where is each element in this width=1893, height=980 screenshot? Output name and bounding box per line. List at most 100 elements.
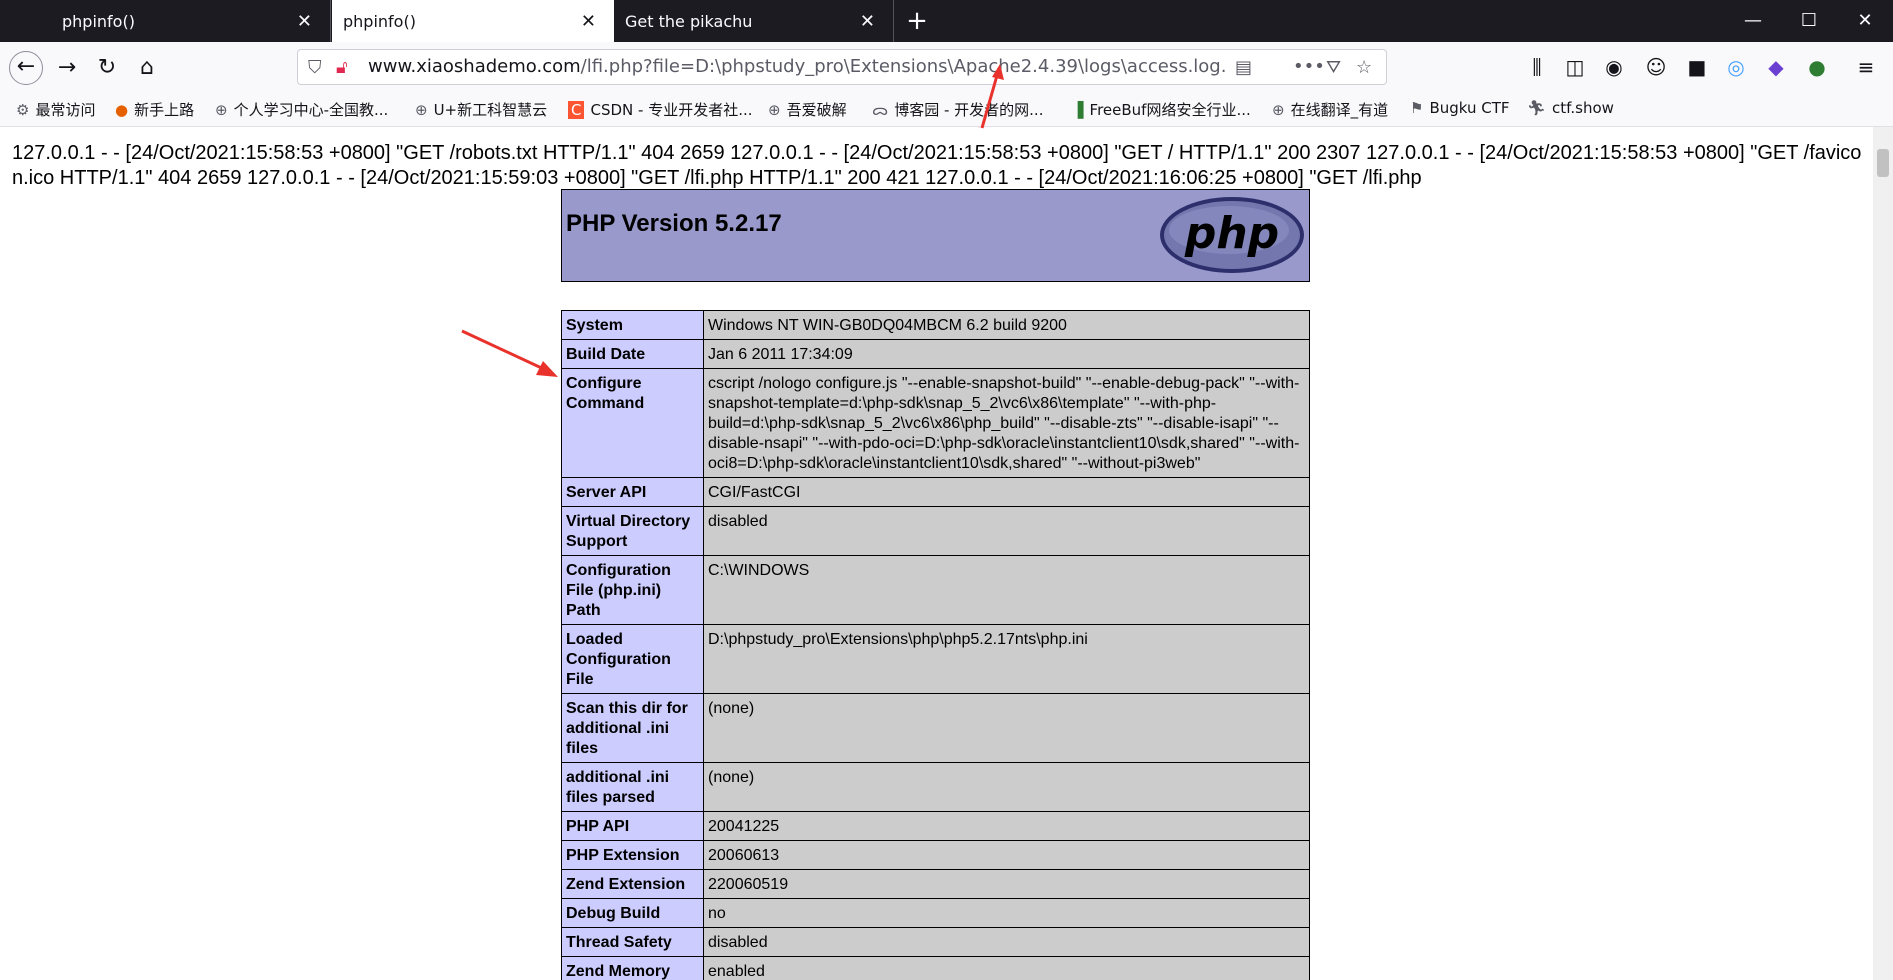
info-value: 20041225 [703, 811, 1310, 841]
info-row: Scan this dir for additional .ini files(… [561, 693, 1310, 763]
reload-button[interactable]: ↻ [90, 51, 124, 85]
info-value: no [703, 898, 1310, 928]
new-tab-button[interactable]: + [900, 4, 934, 38]
info-row: Zend Memory Managerenabled [561, 956, 1310, 980]
globe-icon: ⊕ [768, 100, 781, 119]
extension-circle-icon[interactable]: ◎ [1723, 55, 1749, 79]
extension-tampermonkey-icon[interactable]: ■ [1684, 55, 1710, 79]
tab-title: phpinfo() [62, 11, 135, 31]
tab-strip: phpinfo() ✕ phpinfo() ✕ Get the pikachu … [0, 0, 1893, 42]
info-key: PHP Extension [561, 840, 704, 870]
bookmark-youdao[interactable]: ⊕ 在线翻译_有道 [1272, 99, 1388, 120]
tab-phpinfo-2[interactable]: phpinfo() ✕ [332, 0, 614, 42]
bookmark-label: 吾爱破解 [786, 101, 847, 119]
php-info-table: System Windows NT WIN-GB0DQ04MBCM 6.2 bui… [561, 310, 1310, 980]
info-key: System [561, 310, 704, 340]
bookmark-freebuf[interactable]: ▐ FreeBuf网络安全行业... [1072, 99, 1251, 120]
minimize-button[interactable]: — [1725, 0, 1781, 42]
url-host: www.xiaoshademo.com [368, 56, 581, 77]
page-scrollbar[interactable] [1873, 127, 1893, 980]
info-key: Build Date [561, 339, 704, 369]
tab-phpinfo-1[interactable]: phpinfo() ✕ [0, 0, 331, 42]
bookmarks-toolbar: ⚙ 最常访问 ● 新手上路 ⊕ 个人学习中心-全国教... ⊕ U+新工科智慧云 C CS… [0, 92, 1893, 127]
close-window-button[interactable]: ✕ [1837, 0, 1893, 42]
tab-title: phpinfo() [343, 11, 416, 31]
shield-icon[interactable]: ⛉ [308, 57, 322, 78]
info-value: enabled [703, 956, 1310, 980]
info-value: Windows NT WIN-GB0DQ04MBCM 6.2 build 920… [703, 310, 1310, 340]
bookmark-label: 新手上路 [134, 101, 195, 119]
info-value: 20060613 [703, 840, 1310, 870]
page-actions-button[interactable]: ••• [1293, 56, 1325, 77]
flag-icon: ⚑ [1410, 99, 1424, 117]
cnblogs-icon: ᯅ [872, 100, 889, 119]
runner-icon: 🏃︎ [1527, 99, 1547, 117]
maximize-button[interactable]: ☐ [1781, 0, 1837, 42]
close-icon[interactable]: ✕ [297, 11, 312, 32]
bookmark-csdn[interactable]: C CSDN - 专业开发者社... [568, 99, 753, 120]
bookmark-label: Bugku CTF [1429, 99, 1510, 117]
info-key: Zend Extension [561, 869, 704, 899]
bookmark-ctfshow[interactable]: 🏃︎ ctf.show [1527, 99, 1614, 117]
bookmark-52pojie[interactable]: ⊕ 吾爱破解 [768, 99, 847, 120]
info-row: Zend Extension 220060519 [561, 869, 1310, 899]
bookmark-bugku[interactable]: ⚑ Bugku CTF [1410, 99, 1510, 117]
info-value: cscript /nologo configure.js "--enable-s… [703, 368, 1310, 478]
info-value: 220060519 [703, 869, 1310, 899]
bookmark-label: 博客园 - 开发者的网... [894, 101, 1044, 119]
php-version-title: PHP Version 5.2.17 [566, 210, 782, 237]
access-log-text: 127.0.0.1 - - [24/Oct/2021:15:58:53 +080… [12, 142, 1862, 189]
navigation-toolbar: ← → ↻ ⌂ ⛉ 🔓︎ www.xiaoshademo.com/lfi.php… [0, 42, 1893, 92]
close-icon[interactable]: ✕ [860, 11, 875, 32]
scrollbar-thumb[interactable] [1877, 149, 1889, 177]
tab-pikachu[interactable]: Get the pikachu ✕ [614, 0, 894, 42]
info-row: Thread Safety disabled [561, 927, 1310, 957]
info-value: (none) [703, 762, 1310, 812]
page-content: 127.0.0.1 - - [24/Oct/2021:15:58:53 +080… [0, 127, 1873, 980]
arrow-right-icon: → [57, 55, 77, 80]
bookmark-most-visited[interactable]: ⚙ 最常访问 [16, 99, 95, 120]
bookmark-label: FreeBuf网络安全行业... [1089, 101, 1251, 119]
extension-globe-icon[interactable]: ● [1804, 55, 1830, 79]
url-text[interactable]: www.xiaoshademo.com/lfi.php?file=D:\phps… [368, 56, 1228, 77]
arrow-left-icon: ← [16, 54, 36, 79]
bookmark-cnblogs[interactable]: ᯅ 博客园 - 开发者的网... [872, 99, 1043, 120]
close-icon[interactable]: ✕ [581, 11, 596, 32]
reload-icon: ↻ [97, 55, 117, 80]
info-row: additional .ini files parsed (none) [561, 762, 1310, 812]
sidebar-icon[interactable]: ◫ [1562, 55, 1588, 79]
pocket-icon[interactable]: ⛛ [1326, 57, 1341, 78]
bookmark-label: U+新工科智慧云 [433, 101, 548, 119]
php-logo-text: php [1184, 208, 1279, 259]
bookmark-getting-started[interactable]: ● 新手上路 [115, 99, 194, 120]
info-key: additional .ini files parsed [561, 762, 704, 812]
info-key: Server API [561, 477, 704, 507]
info-row: Build Date Jan 6 2011 17:34:09 [561, 339, 1310, 369]
forward-button[interactable]: → [50, 51, 84, 85]
bookmark-label: 在线翻译_有道 [1290, 101, 1389, 119]
account-icon[interactable]: ◉ [1601, 55, 1627, 79]
extension-hackbar-icon[interactable]: ☺ [1643, 55, 1669, 79]
info-row: PHP API 20041225 [561, 811, 1310, 841]
bookmark-label: ctf.show [1552, 99, 1614, 117]
info-row: Server API CGI/FastCGI [561, 477, 1310, 507]
info-key: Zend Memory Manager [561, 956, 704, 980]
library-icon[interactable]: ⫼ [1524, 55, 1550, 79]
insecure-lock-icon[interactable]: 🔓︎ [336, 57, 348, 78]
info-key: Loaded Configuration File [561, 624, 704, 694]
info-key: Thread Safety [561, 927, 704, 957]
info-row: Loaded Configuration File D:\phpstudy_pro… [561, 624, 1310, 694]
url-path: /lfi.php?file=D:\phpstudy_pro\Extensions… [580, 56, 1228, 77]
home-icon: ⌂ [140, 55, 154, 80]
extension-badge-icon[interactable]: ◆ [1763, 55, 1789, 79]
home-button[interactable]: ⌂ [130, 51, 164, 85]
menu-icon[interactable]: ≡ [1853, 55, 1879, 79]
bookmark-star-icon[interactable]: ☆ [1356, 57, 1372, 78]
back-button[interactable]: ← [9, 51, 43, 85]
reader-view-icon[interactable]: ▤ [1235, 57, 1252, 78]
bookmark-learning-center[interactable]: ⊕ 个人学习中心-全国教... [215, 99, 388, 120]
bookmark-u-cloud[interactable]: ⊕ U+新工科智慧云 [415, 99, 547, 120]
info-row: System Windows NT WIN-GB0DQ04MBCM 6.2 bui… [561, 310, 1310, 340]
address-bar[interactable]: ⛉ 🔓︎ www.xiaoshademo.com/lfi.php?file=D:… [297, 49, 1387, 85]
info-key: Configure Command [561, 368, 704, 478]
